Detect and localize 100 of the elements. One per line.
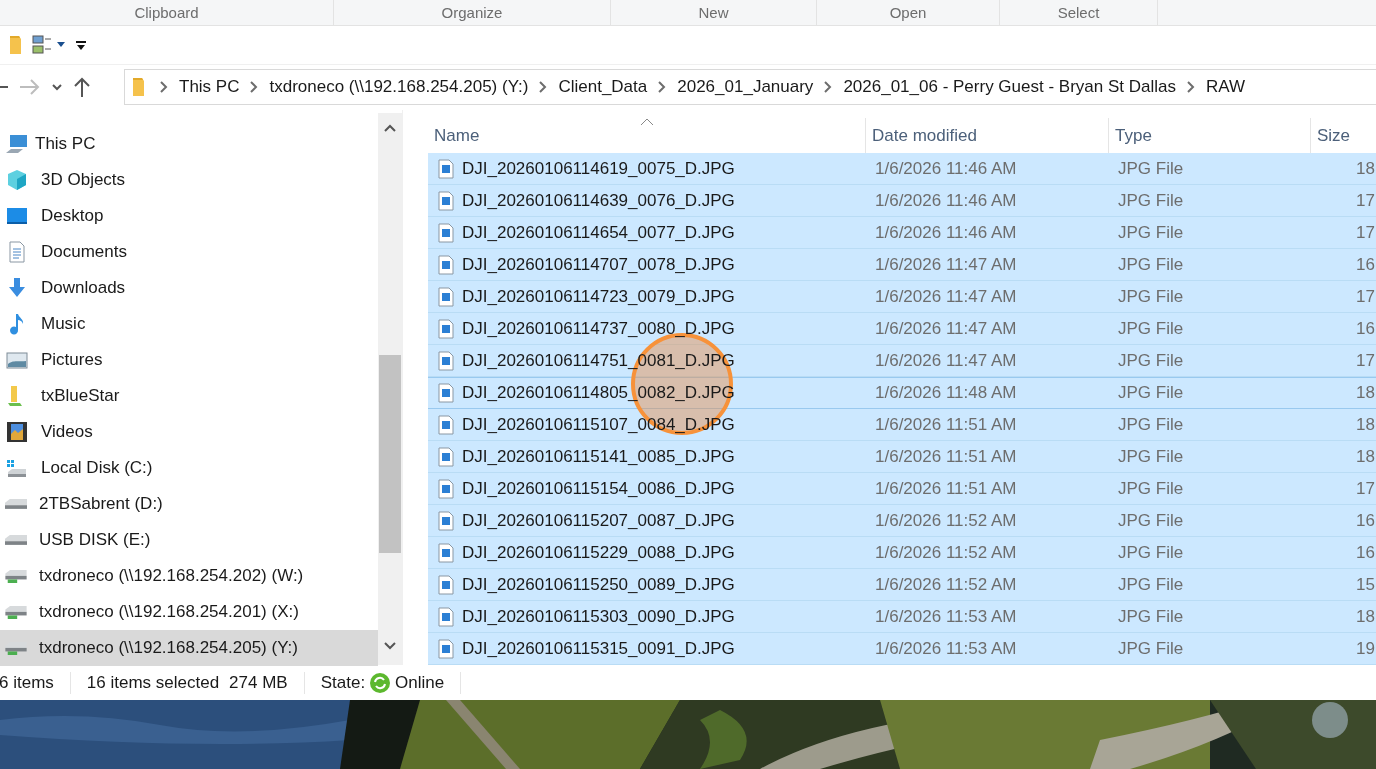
file-size: 18 (1355, 382, 1376, 405)
image-file-icon (438, 511, 454, 532)
file-type: JPG File (1117, 446, 1185, 469)
file-name: DJI_20260106114737_0080_D.JPG (462, 319, 735, 340)
date-modified: 1/6/2026 11:47 AM (874, 254, 1018, 277)
scroll-up-icon[interactable] (383, 123, 397, 134)
breadcrumb[interactable]: 2026_01_06 - Perry Guest - Bryan St Dallas (843, 77, 1176, 98)
date-modified: 1/6/2026 11:52 AM (874, 574, 1018, 597)
nav-item[interactable]: 2TBSabrent (D:) (0, 486, 378, 523)
ribbon-group-label: Select (1000, 0, 1158, 25)
drive-icon (5, 499, 27, 510)
date-modified: 1/6/2026 11:47 AM (874, 318, 1018, 341)
date-modified: 1/6/2026 11:53 AM (874, 606, 1018, 629)
file-row[interactable]: DJI_20260106115154_0086_D.JPG 1/6/2026 11:51 AM JPG File 17 (428, 473, 1376, 506)
file-row[interactable]: DJI_20260106114723_0079_D.JPG 1/6/2026 11:47 AM JPG File 17 (428, 281, 1376, 314)
chevron-right-icon (657, 81, 668, 94)
file-row[interactable]: DJI_20260106114639_0076_D.JPG 1/6/2026 11:46 AM JPG File 17 (428, 185, 1376, 218)
breadcrumb[interactable]: Client_Data (558, 77, 648, 98)
file-size: 17 (1355, 286, 1376, 309)
image-file-icon (438, 479, 454, 500)
file-type: JPG File (1117, 606, 1185, 629)
date-modified: 1/6/2026 11:46 AM (874, 158, 1018, 181)
date-modified: 1/6/2026 11:53 AM (874, 638, 1018, 661)
date-modified: 1/6/2026 11:46 AM (874, 222, 1018, 245)
date-modified: 1/6/2026 11:51 AM (874, 478, 1018, 501)
breadcrumb[interactable]: 2026_01_January (677, 77, 814, 98)
date-modified: 1/6/2026 11:51 AM (874, 446, 1018, 469)
cube-icon (5, 168, 29, 193)
selection-size: 274 MB (229, 672, 288, 693)
file-row[interactable]: DJI_20260106115141_0085_D.JPG 1/6/2026 11:51 AM JPG File 18 (428, 441, 1376, 474)
nav-item[interactable]: Documents (0, 234, 378, 271)
file-type: JPG File (1117, 542, 1185, 565)
date-modified: 1/6/2026 11:52 AM (874, 510, 1018, 533)
file-size: 19 (1355, 638, 1376, 661)
file-size: 17 (1355, 190, 1376, 213)
date-modified: 1/6/2026 11:47 AM (874, 350, 1018, 373)
nav-item[interactable]: Downloads (0, 270, 378, 307)
file-size: 16 (1355, 510, 1376, 533)
ribbon-group-label: Organize (334, 0, 611, 25)
file-type: JPG File (1117, 222, 1185, 245)
file-size: 17 (1355, 478, 1376, 501)
image-file-icon (438, 159, 454, 180)
sort-up-icon (639, 118, 654, 127)
date-modified: 1/6/2026 11:51 AM (874, 414, 1018, 437)
image-file-icon (438, 543, 454, 564)
recent-locations-icon[interactable] (50, 82, 64, 93)
selection-count: 16 items selected (86, 672, 220, 693)
image-file-icon (438, 351, 454, 372)
file-row[interactable]: DJI_20260106114654_0077_D.JPG 1/6/2026 11:46 AM JPG File 17 (428, 217, 1376, 250)
file-name: DJI_20260106114707_0078_D.JPG (462, 255, 735, 276)
nav-item[interactable]: txdroneco (\\192.168.254.201) (X:) (0, 594, 378, 631)
chevron-right-icon (159, 81, 169, 94)
item-count: 6 items (0, 672, 54, 693)
scroll-down-icon[interactable] (383, 641, 397, 652)
file-type: JPG File (1117, 510, 1185, 533)
breadcrumb[interactable]: txdroneco (\\192.168.254.205) (Y:) (269, 77, 529, 98)
image-file-icon (438, 287, 454, 308)
file-type: JPG File (1117, 318, 1185, 341)
scrollbar-thumb[interactable] (379, 355, 401, 554)
address-bar[interactable]: This PC txdroneco (\\192.168.254.205) (Y:) Client_Data 2026_01_January 2026_01_06 - Perry Guest - Bryan St Dallas RAW (124, 69, 1376, 106)
date-modified: 1/6/2026 11:52 AM (874, 542, 1018, 565)
file-row[interactable]: DJI_20260106115207_0087_D.JPG 1/6/2026 11:52 AM JPG File 16 (428, 505, 1376, 538)
file-row[interactable]: DJI_20260106115303_0090_D.JPG 1/6/2026 11:53 AM JPG File 18 (428, 601, 1376, 634)
properties-icon[interactable] (32, 33, 68, 56)
nav-item[interactable]: USB DISK (E:) (0, 522, 378, 559)
breadcrumb[interactable]: This PC (179, 77, 240, 98)
nav-item[interactable]: Music (0, 306, 378, 343)
scrollbar[interactable] (378, 113, 402, 666)
ribbon-group-label: Clipboard (0, 0, 334, 25)
file-row[interactable]: DJI_20260106114707_0078_D.JPG 1/6/2026 11:47 AM JPG File 16 (428, 249, 1376, 282)
nav-item[interactable]: Desktop (0, 198, 378, 235)
file-size: 16 (1355, 318, 1376, 341)
file-name: DJI_20260106115154_0086_D.JPG (462, 479, 735, 500)
nav-item[interactable]: 3D Objects (0, 162, 378, 199)
file-name: DJI_20260106114654_0077_D.JPG (462, 223, 735, 244)
nav-item[interactable]: Pictures (0, 342, 378, 379)
chevron-right-icon (823, 81, 834, 94)
file-name: DJI_20260106115303_0090_D.JPG (462, 607, 735, 628)
video-icon (5, 420, 29, 445)
up-icon[interactable] (72, 76, 92, 99)
nav-item[interactable]: txdroneco (\\192.168.254.205) (Y:) (0, 630, 378, 667)
file-row[interactable]: DJI_20260106114619_0075_D.JPG 1/6/2026 11:46 AM JPG File 18 (428, 153, 1376, 186)
file-name: DJI_20260106114619_0075_D.JPG (462, 159, 735, 180)
drive-icon (5, 535, 27, 546)
nav-item[interactable]: Videos (0, 414, 378, 451)
file-type: JPG File (1117, 158, 1185, 181)
file-size: 18 (1355, 414, 1376, 437)
image-file-icon (438, 191, 454, 212)
file-row[interactable]: DJI_20260106115229_0088_D.JPG 1/6/2026 11:52 AM JPG File 16 (428, 537, 1376, 570)
file-row[interactable]: DJI_20260106115315_0091_D.JPG 1/6/2026 11:53 AM JPG File 19 (428, 633, 1376, 666)
image-file-icon (438, 223, 454, 244)
file-row[interactable]: DJI_20260106114737_0080_D.JPG 1/6/2026 11:47 AM JPG File 16 (428, 313, 1376, 346)
nav-item[interactable]: txBlueStar (0, 378, 378, 415)
chevron-right-icon (538, 81, 549, 94)
file-type: JPG File (1117, 254, 1185, 277)
breadcrumb[interactable]: RAW (1206, 77, 1246, 98)
file-row[interactable]: DJI_20260106115250_0089_D.JPG 1/6/2026 11:52 AM JPG File 15 (428, 569, 1376, 602)
nav-item[interactable]: Local Disk (C:) (0, 450, 378, 487)
nav-item[interactable]: This PC (0, 126, 378, 163)
nav-item[interactable]: txdroneco (\\192.168.254.202) (W:) (0, 558, 378, 595)
